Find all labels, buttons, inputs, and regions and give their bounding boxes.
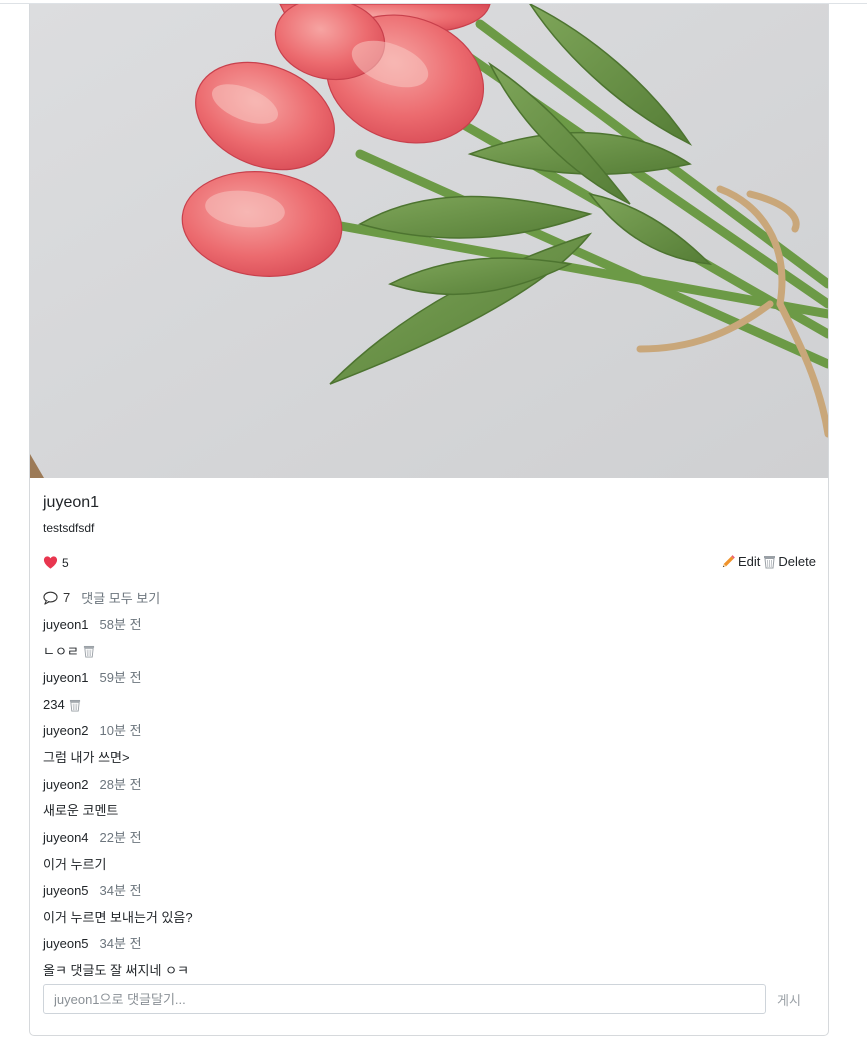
- comment-text: 이거 누르기: [43, 856, 107, 872]
- comment-item: 새로운 코멘트: [43, 798, 816, 825]
- comment-author[interactable]: juyeon1: [43, 670, 89, 685]
- comment-text: 그럼 내가 쓰면>: [43, 750, 130, 766]
- trash-icon: [764, 555, 776, 568]
- comment-item: 그럼 내가 쓰면>: [43, 745, 816, 772]
- comment-text: 올ㅋ 댓글도 잘 써지네 ㅇㅋ: [43, 963, 190, 979]
- comment-time: 22분 전: [99, 829, 142, 845]
- comment-text: ㄴㅇㄹ: [43, 643, 79, 659]
- comment-author[interactable]: juyeon2: [43, 777, 89, 792]
- post-content: testsdfsdf: [43, 521, 95, 535]
- comment-item: ㄴㅇㄹ: [43, 639, 816, 666]
- comment-time: 58분 전: [99, 617, 142, 632]
- post-actions: Edit Delete: [721, 554, 816, 569]
- comment-time: 28분 전: [99, 776, 142, 792]
- like-count: 5: [62, 555, 69, 570]
- comment-text: 새로운 코멘트: [43, 803, 119, 819]
- comment-author[interactable]: juyeon5: [43, 883, 89, 898]
- comments-summary: 7 댓글 모두 보기: [43, 588, 160, 607]
- delete-comment-icon[interactable]: [83, 645, 95, 658]
- edit-label: Edit: [738, 554, 761, 569]
- comment-item: 올ㅋ 댓글도 잘 써지네 ㅇㅋ: [43, 958, 816, 985]
- comment-text: 234: [43, 697, 65, 713]
- comment-list: juyeon1 58분 전 ㄴㅇㄹ juyeon1 59분 전 234 juyeon2 10분…: [43, 612, 816, 984]
- post-author[interactable]: juyeon1: [43, 494, 99, 512]
- comment-author[interactable]: juyeon5: [43, 936, 89, 951]
- heart-icon[interactable]: [43, 555, 58, 570]
- comment-form: 게시: [43, 984, 815, 1016]
- comment-time: 34분 전: [99, 936, 142, 952]
- comment-time: 10분 전: [99, 723, 142, 739]
- post-card: juyeon1 testsdfsdf 5 Edit Delete 7 댓글 모두…: [29, 4, 829, 1036]
- comment-header: juyeon4 22분 전: [43, 825, 816, 852]
- delete-label: Delete: [778, 554, 816, 569]
- comment-header: juyeon5 34분 전: [43, 931, 816, 958]
- post-comment-button[interactable]: 게시: [777, 990, 801, 1009]
- edit-button[interactable]: Edit: [721, 554, 760, 569]
- like-section: 5: [43, 555, 69, 570]
- speech-bubble-icon[interactable]: [43, 591, 58, 605]
- comment-author[interactable]: juyeon1: [43, 617, 89, 632]
- comment-header: juyeon2 10분 전: [43, 718, 816, 745]
- comment-item: 234: [43, 692, 816, 719]
- comment-count: 7: [63, 590, 71, 605]
- comment-input[interactable]: [43, 984, 766, 1014]
- pencil-icon: [722, 555, 735, 568]
- comment-item: 이거 누르기: [43, 851, 816, 878]
- comment-header: juyeon5 34분 전: [43, 878, 816, 905]
- comment-time: 34분 전: [99, 882, 142, 898]
- comment-time: 59분 전: [99, 670, 142, 686]
- view-all-comments-link[interactable]: 댓글 모두 보기: [81, 588, 160, 607]
- comment-text: 이거 누르면 보내는거 있음?: [43, 909, 193, 925]
- delete-button[interactable]: Delete: [763, 554, 816, 569]
- comment-header: juyeon1 58분 전: [43, 612, 816, 639]
- comment-header: juyeon2 28분 전: [43, 772, 816, 799]
- comment-header: juyeon1 59분 전: [43, 665, 816, 692]
- delete-comment-icon[interactable]: [69, 699, 81, 712]
- post-image: [30, 4, 828, 478]
- comment-author[interactable]: juyeon4: [43, 830, 89, 845]
- comment-author[interactable]: juyeon2: [43, 723, 89, 738]
- comment-item: 이거 누르면 보내는거 있음?: [43, 905, 816, 932]
